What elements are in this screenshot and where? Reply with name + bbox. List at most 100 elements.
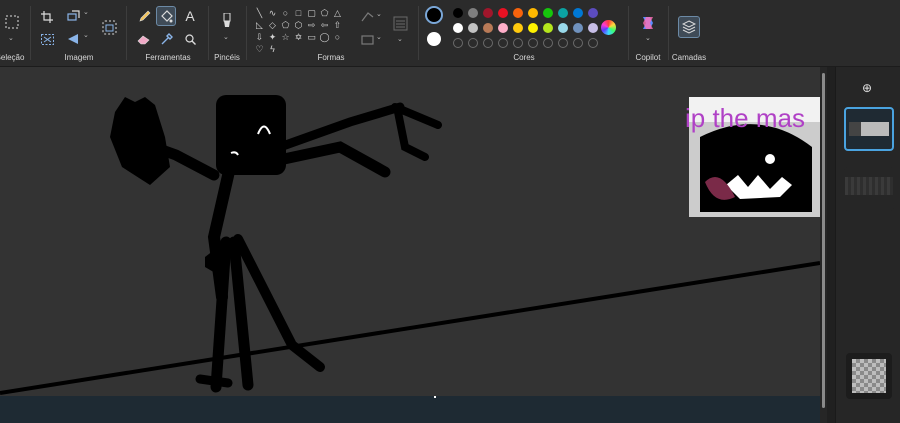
outline-icon[interactable]: [358, 8, 376, 26]
color-swatch[interactable]: [573, 8, 583, 18]
triangle-shape-icon[interactable]: △: [331, 7, 344, 19]
fill-bucket-icon[interactable]: [156, 6, 176, 26]
hexagon-shape-icon[interactable]: ⬡: [292, 19, 305, 31]
color-swatch[interactable]: [588, 23, 598, 33]
brush-icon[interactable]: [218, 12, 236, 30]
oval-shape-icon[interactable]: ○: [279, 7, 292, 19]
rounded-rectangle-shape-icon[interactable]: ▢: [305, 7, 318, 19]
brush-size-icon[interactable]: [391, 14, 409, 32]
image-group: ⌄ ⌄ Imagem: [34, 0, 124, 67]
line-shape-icon[interactable]: ╲: [253, 7, 266, 19]
primary-color-swatch[interactable]: [425, 6, 443, 24]
color-swatch[interactable]: [498, 8, 508, 18]
select-all-icon[interactable]: [38, 30, 56, 48]
eraser-icon[interactable]: [135, 30, 153, 48]
divider: [126, 6, 127, 60]
polygon-shape-icon[interactable]: ⬠: [318, 7, 331, 19]
pentagon-shape-icon[interactable]: ⬠: [279, 19, 292, 31]
secondary-color-swatch[interactable]: [427, 32, 441, 46]
right-triangle-shape-icon[interactable]: ◺: [253, 19, 266, 31]
color-swatch[interactable]: [468, 8, 478, 18]
canvas-drawing: ip the mas: [0, 95, 820, 395]
empty-color-slot[interactable]: [558, 38, 568, 48]
layer-thumbnail-3[interactable]: [846, 353, 892, 399]
rounded-callout-shape-icon[interactable]: ▭: [305, 31, 318, 43]
layers-icon[interactable]: [678, 16, 700, 38]
color-swatch[interactable]: [588, 8, 598, 18]
color-swatch[interactable]: [573, 23, 583, 33]
empty-color-slot[interactable]: [528, 38, 538, 48]
vertical-scrollbar[interactable]: [820, 67, 827, 423]
drawing-canvas[interactable]: ip the mas: [0, 67, 820, 396]
color-swatch[interactable]: [483, 23, 493, 33]
lightning-shape-icon[interactable]: ϟ: [266, 43, 279, 55]
empty-color-slot[interactable]: [453, 38, 463, 48]
empty-color-slot[interactable]: [483, 38, 493, 48]
chevron-down-icon[interactable]: ⌄: [397, 35, 403, 43]
pencil-icon[interactable]: [135, 7, 153, 25]
right-arrow-shape-icon[interactable]: ⇨: [305, 19, 318, 31]
empty-color-slot[interactable]: [468, 38, 478, 48]
chevron-down-icon[interactable]: ⌄: [8, 34, 14, 42]
color-swatch[interactable]: [498, 23, 508, 33]
rectangle-shape-icon[interactable]: □: [292, 7, 305, 19]
color-swatch[interactable]: [528, 23, 538, 33]
resize-icon[interactable]: [64, 7, 82, 25]
color-swatch[interactable]: [513, 23, 523, 33]
color-swatch[interactable]: [543, 23, 553, 33]
four-point-star-shape-icon[interactable]: ✦: [266, 31, 279, 43]
empty-color-slot[interactable]: [588, 38, 598, 48]
empty-color-slot[interactable]: [513, 38, 523, 48]
edit-colors-icon[interactable]: [601, 20, 616, 35]
chevron-down-icon[interactable]: ⌄: [83, 8, 89, 16]
scrollbar-thumb[interactable]: [822, 73, 825, 408]
color-swatch[interactable]: [558, 23, 568, 33]
diamond-shape-icon[interactable]: ◇: [266, 19, 279, 31]
chevron-down-icon[interactable]: ⌄: [223, 33, 229, 41]
empty-color-slot[interactable]: [573, 38, 583, 48]
empty-color-slot[interactable]: [543, 38, 553, 48]
color-swatch[interactable]: [513, 8, 523, 18]
left-arrow-shape-icon[interactable]: ⇦: [318, 19, 331, 31]
rectangle-select-icon[interactable]: [3, 13, 21, 31]
down-arrow-shape-icon[interactable]: ⇩: [253, 31, 266, 43]
cloud-callout-shape-icon[interactable]: ○: [331, 31, 344, 43]
chevron-down-icon[interactable]: ⌄: [83, 31, 89, 39]
rotate-icon[interactable]: [64, 30, 82, 48]
layer-thumbnail-1[interactable]: [844, 107, 894, 151]
chevron-down-icon[interactable]: ⌄: [376, 10, 382, 18]
up-arrow-shape-icon[interactable]: ⇧: [331, 19, 344, 31]
color-swatch[interactable]: [558, 8, 568, 18]
oval-callout-shape-icon[interactable]: ◯: [318, 31, 331, 43]
fill-icon[interactable]: [358, 31, 376, 49]
selection-group: ⌄ Seleção: [0, 0, 26, 67]
color-swatch[interactable]: [453, 8, 463, 18]
figure-hand-left: [110, 97, 170, 185]
five-point-star-shape-icon[interactable]: ☆: [279, 31, 292, 43]
color-swatch[interactable]: [468, 23, 478, 33]
curve-shape-icon[interactable]: ∿: [266, 7, 279, 19]
six-point-star-shape-icon[interactable]: ✡: [292, 31, 305, 43]
copilot-icon[interactable]: [639, 14, 657, 32]
color-swatch[interactable]: [543, 8, 553, 18]
layer-thumbnail-2[interactable]: [844, 167, 894, 211]
color-swatch[interactable]: [528, 8, 538, 18]
magnifier-icon[interactable]: [181, 30, 199, 48]
pasted-text: ip the mas: [685, 103, 805, 133]
empty-color-slot[interactable]: [498, 38, 508, 48]
canvas-status-strip: [0, 396, 820, 423]
chevron-down-icon[interactable]: ⌄: [645, 34, 651, 42]
image-group-label: Imagem: [64, 53, 94, 62]
divider: [628, 6, 629, 60]
color-swatch[interactable]: [483, 8, 493, 18]
crop-icon[interactable]: [38, 8, 56, 26]
heart-shape-icon[interactable]: ♡: [253, 43, 266, 55]
image-background-icon[interactable]: [100, 18, 118, 36]
add-layer-button[interactable]: ⊕: [862, 81, 872, 95]
color-picker-icon[interactable]: [158, 30, 176, 48]
figure-arm-right: [264, 141, 391, 178]
text-tool-icon[interactable]: A: [181, 7, 199, 25]
color-swatch[interactable]: [453, 23, 463, 33]
chevron-down-icon[interactable]: ⌄: [376, 33, 382, 41]
canvas-resize-handle[interactable]: [434, 396, 436, 398]
